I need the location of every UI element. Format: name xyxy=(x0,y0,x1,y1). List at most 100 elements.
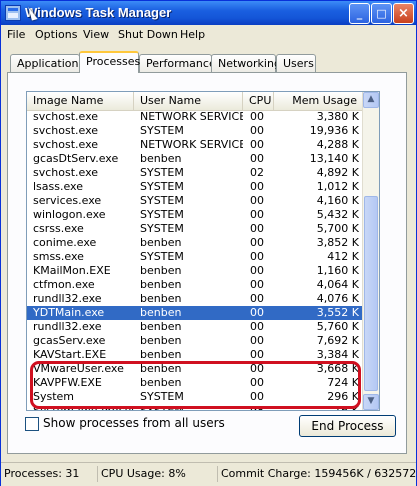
tab-processes[interactable]: Processes xyxy=(79,51,140,73)
process-image-name: conime.exe xyxy=(33,236,97,249)
column-mem-usage[interactable]: Mem Usage xyxy=(274,92,364,110)
close-button[interactable]: × xyxy=(393,3,414,24)
process-cpu: 00 xyxy=(250,264,264,277)
process-cpu: 00 xyxy=(250,390,264,403)
process-row[interactable]: System SYSTEM 00 296 K xyxy=(27,390,364,404)
process-cpu: 00 xyxy=(250,292,264,305)
process-image-name: rundll32.exe xyxy=(33,320,102,333)
show-all-label[interactable]: Show processes from all users xyxy=(43,416,225,430)
process-mem-usage: 3,552 K xyxy=(316,306,359,319)
process-image-name: rundll32.exe xyxy=(33,292,102,305)
vertical-scrollbar[interactable]: ▲ ▼ xyxy=(362,92,379,410)
menu-bar: File Options View Shut Down Help xyxy=(1,26,416,44)
process-cpu: 00 xyxy=(250,362,264,375)
scroll-down-button[interactable]: ▼ xyxy=(363,394,379,410)
minimize-button[interactable]: _ xyxy=(349,3,370,24)
process-cpu: 98 xyxy=(250,404,264,411)
process-user-name: SYSTEM xyxy=(140,194,184,207)
tab-control: Applications Processes Performance Netwo… xyxy=(7,51,410,455)
process-row[interactable]: svchost.exe SYSTEM 00 19,936 K xyxy=(27,124,364,138)
process-row[interactable]: gcasServ.exe benben 00 7,692 K xyxy=(27,334,364,348)
column-user-name[interactable]: User Name xyxy=(134,92,243,110)
process-user-name: SYSTEM xyxy=(140,180,184,193)
process-mem-usage: 19,936 K xyxy=(309,124,359,137)
title-bar[interactable]: Windows Task Manager _ □ × xyxy=(1,1,416,25)
process-user-name: benben xyxy=(140,362,182,375)
tab-applications[interactable]: Applications xyxy=(10,54,84,72)
menu-file[interactable]: File xyxy=(7,28,25,41)
process-cpu: 00 xyxy=(250,236,264,249)
process-row[interactable]: KMailMon.EXE benben 00 1,160 K xyxy=(27,264,364,278)
process-mem-usage: 4,076 K xyxy=(316,292,359,305)
process-user-name: SYSTEM xyxy=(140,208,184,221)
menu-view[interactable]: View xyxy=(83,28,109,41)
process-image-name: services.exe xyxy=(33,194,102,207)
process-row[interactable]: System Idle Process SYSTEM 98 16 K xyxy=(27,404,364,411)
process-mem-usage: 3,380 K xyxy=(316,110,359,123)
process-row[interactable]: ctfmon.exe benben 00 4,064 K xyxy=(27,278,364,292)
process-user-name: benben xyxy=(140,376,182,389)
process-image-name: csrss.exe xyxy=(33,222,84,235)
tab-networking[interactable]: Networking xyxy=(211,54,281,72)
process-row[interactable]: lsass.exe SYSTEM 00 1,012 K xyxy=(27,180,364,194)
window-title: Windows Task Manager xyxy=(25,5,172,20)
process-row[interactable]: svchost.exe SYSTEM 02 4,892 K xyxy=(27,166,364,180)
processes-panel: Image Name User Name CPU Mem Usage svcho… xyxy=(7,72,407,454)
scroll-thumb[interactable] xyxy=(364,196,378,391)
process-row[interactable]: svchost.exe NETWORK SERVICE 00 3,380 K xyxy=(27,110,364,124)
scroll-up-button[interactable]: ▲ xyxy=(363,92,379,108)
process-row[interactable]: rundll32.exe benben 00 5,760 K xyxy=(27,320,364,334)
process-user-name: SYSTEM xyxy=(140,124,184,137)
process-mem-usage: 4,288 K xyxy=(316,138,359,151)
process-row[interactable]: csrss.exe SYSTEM 00 5,700 K xyxy=(27,222,364,236)
process-cpu: 00 xyxy=(250,152,264,165)
tab-users[interactable]: Users xyxy=(276,54,316,72)
process-row[interactable]: winlogon.exe SYSTEM 00 5,432 K xyxy=(27,208,364,222)
process-user-name: benben xyxy=(140,348,182,361)
process-row[interactable]: YDTMain.exe benben 00 3,552 K xyxy=(27,306,364,320)
end-process-button[interactable]: End Process xyxy=(299,415,396,437)
process-row[interactable]: conime.exe benben 00 3,852 K xyxy=(27,236,364,250)
process-row[interactable]: VMwareUser.exe benben 00 3,668 K xyxy=(27,362,364,376)
process-cpu: 00 xyxy=(250,222,264,235)
process-image-name: System Idle Process xyxy=(33,404,135,411)
show-all-checkbox[interactable] xyxy=(25,417,39,431)
tab-performance[interactable]: Performance xyxy=(139,54,216,72)
process-user-name: SYSTEM xyxy=(140,390,184,403)
process-mem-usage: 412 K xyxy=(327,250,359,263)
column-image-name[interactable]: Image Name xyxy=(27,92,134,110)
process-row[interactable]: rundll32.exe benben 00 4,076 K xyxy=(27,292,364,306)
process-row[interactable]: services.exe SYSTEM 00 4,160 K xyxy=(27,194,364,208)
menu-help[interactable]: Help xyxy=(180,28,205,41)
process-cpu: 00 xyxy=(250,320,264,333)
process-user-name: benben xyxy=(140,264,182,277)
process-cpu: 00 xyxy=(250,208,264,221)
process-image-name: gcasServ.exe xyxy=(33,334,106,347)
process-mem-usage: 5,432 K xyxy=(316,208,359,221)
process-image-name: svchost.exe xyxy=(33,110,99,123)
process-image-name: winlogon.exe xyxy=(33,208,106,221)
status-processes: Processes: 31 xyxy=(4,467,80,480)
process-row[interactable]: svchost.exe NETWORK SERVICE 00 4,288 K xyxy=(27,138,364,152)
process-image-name: KAVPFW.EXE xyxy=(33,376,102,389)
process-row[interactable]: KAVStart.EXE benben 00 3,384 K xyxy=(27,348,364,362)
process-cpu: 00 xyxy=(250,278,264,291)
process-user-name: SYSTEM xyxy=(140,222,184,235)
menu-shut-down[interactable]: Shut Down xyxy=(118,28,178,41)
process-image-name: svchost.exe xyxy=(33,166,99,179)
process-row[interactable]: gcasDtServ.exe benben 00 13,140 K xyxy=(27,152,364,166)
process-cpu: 02 xyxy=(250,166,264,179)
column-cpu[interactable]: CPU xyxy=(243,92,274,110)
maximize-button[interactable]: □ xyxy=(371,3,392,24)
process-mem-usage: 16 K xyxy=(334,404,359,411)
process-user-name: SYSTEM xyxy=(140,166,184,179)
process-list[interactable]: Image Name User Name CPU Mem Usage svcho… xyxy=(26,91,380,411)
process-mem-usage: 1,012 K xyxy=(316,180,359,193)
status-cpu-usage: CPU Usage: 8% xyxy=(97,466,186,482)
process-image-name: VMwareUser.exe xyxy=(33,362,124,375)
menu-options[interactable]: Options xyxy=(35,28,77,41)
process-user-name: benben xyxy=(140,292,182,305)
process-image-name: smss.exe xyxy=(33,250,84,263)
process-row[interactable]: KAVPFW.EXE benben 00 724 K xyxy=(27,376,364,390)
process-row[interactable]: smss.exe SYSTEM 00 412 K xyxy=(27,250,364,264)
